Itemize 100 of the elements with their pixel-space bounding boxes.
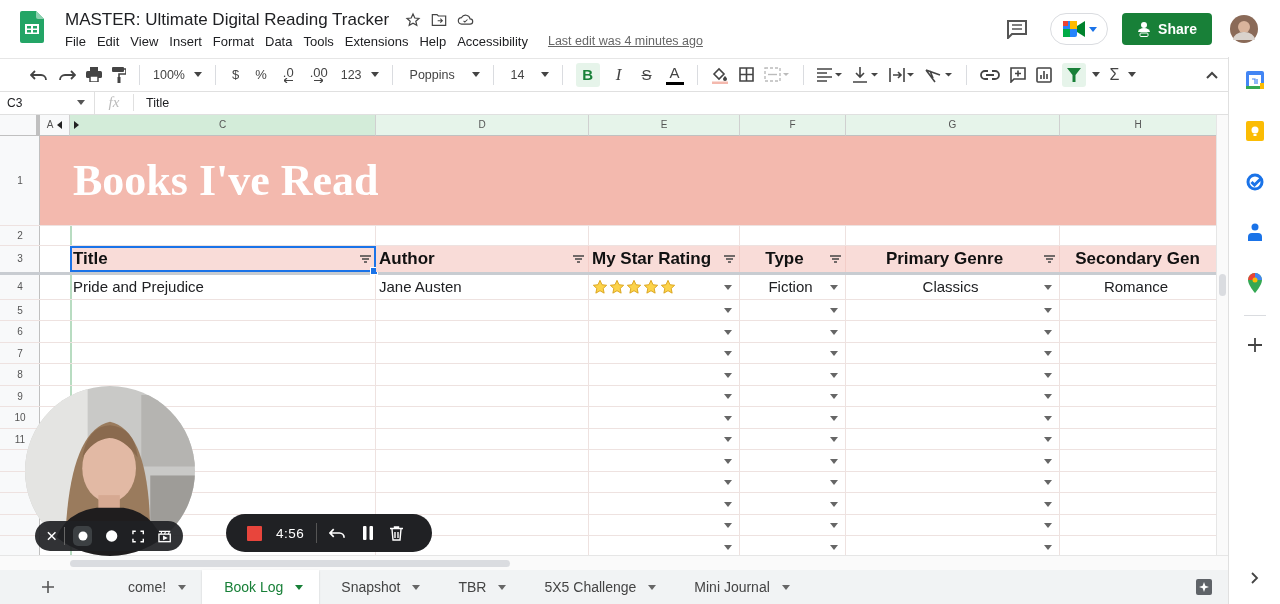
menu-item[interactable]: View — [129, 33, 165, 49]
menu-item[interactable]: Insert — [168, 33, 208, 49]
plus-icon[interactable] — [1247, 338, 1262, 352]
column-heading[interactable]: Secondary Gen — [1060, 245, 1216, 272]
triangle-left-icon[interactable] — [57, 120, 63, 129]
caret-icon[interactable] — [724, 372, 732, 378]
text-color-button[interactable]: A — [665, 64, 684, 86]
caret-icon[interactable] — [724, 308, 732, 314]
menu-item[interactable]: Format — [211, 33, 260, 49]
contacts-icon[interactable] — [1247, 223, 1262, 241]
chevron-right-icon[interactable] — [1250, 572, 1259, 584]
text-wrap-icon[interactable] — [888, 67, 915, 82]
strikethrough-button[interactable]: S — [637, 62, 656, 87]
font-select[interactable]: Poppins — [405, 67, 480, 82]
paint-format-icon[interactable] — [112, 66, 126, 83]
text-rotation-icon[interactable] — [924, 66, 953, 83]
undo-icon[interactable] — [30, 68, 48, 81]
formula-input[interactable]: Title — [134, 95, 170, 110]
caret-icon[interactable] — [724, 394, 732, 400]
caret-icon[interactable] — [830, 329, 838, 335]
column-heading[interactable]: My Star Rating — [589, 245, 740, 272]
stop-icon[interactable] — [247, 525, 262, 541]
caret-icon[interactable] — [1044, 308, 1052, 314]
italic-button[interactable]: I — [609, 62, 628, 87]
caret-icon[interactable] — [830, 458, 838, 464]
borders-icon[interactable] — [738, 67, 754, 83]
avatar[interactable] — [1230, 15, 1258, 43]
fullscreen-icon[interactable] — [131, 529, 144, 543]
caret-icon[interactable] — [724, 523, 732, 529]
currency-format-button[interactable]: $ — [229, 67, 243, 83]
sheet-tab[interactable]: come! — [120, 570, 203, 604]
caret-icon[interactable] — [830, 501, 838, 507]
column-header[interactable]: H — [1060, 114, 1216, 136]
sheet-tab[interactable]: Book Log — [202, 570, 320, 604]
menu-item[interactable]: Accessibility — [456, 33, 534, 49]
last-edit-link[interactable]: Last edit was 4 minutes ago — [547, 34, 703, 48]
name-box[interactable]: C3 — [0, 91, 95, 114]
triangle-right-icon[interactable] — [74, 120, 79, 129]
number-format-select[interactable]: 123 — [340, 67, 379, 82]
caret-icon[interactable] — [1044, 329, 1052, 335]
row-number[interactable]: 5 — [17, 304, 23, 316]
row-number[interactable]: 10 — [14, 412, 26, 424]
caret-icon[interactable] — [1044, 458, 1052, 464]
sheet-tab[interactable]: 5X5 Challenge — [522, 570, 673, 604]
redo-icon[interactable] — [58, 68, 76, 81]
star-icon[interactable] — [405, 11, 422, 28]
scrollbar-thumb[interactable] — [1219, 273, 1226, 296]
caret-icon[interactable] — [830, 372, 838, 378]
caret-icon[interactable] — [1044, 415, 1052, 421]
bold-button[interactable]: B — [575, 62, 600, 87]
small-dot-button[interactable] — [73, 526, 93, 546]
filter-icon[interactable] — [830, 254, 841, 263]
pause-icon[interactable] — [362, 526, 375, 540]
caret-icon[interactable] — [724, 415, 732, 421]
row-number[interactable]: 11 — [14, 433, 26, 445]
cloud-icon[interactable] — [457, 13, 475, 26]
column-header[interactable]: G — [846, 114, 1060, 136]
caret-icon[interactable] — [830, 523, 838, 529]
sheets-logo-icon[interactable] — [20, 11, 44, 43]
caret-icon[interactable] — [1044, 501, 1052, 507]
increase-decimal-button[interactable]: .00 — [306, 66, 331, 83]
caret-icon[interactable] — [1044, 394, 1052, 400]
folder-icon[interactable] — [431, 12, 448, 27]
functions-button[interactable]: Σ — [1109, 65, 1137, 84]
chart-icon[interactable] — [1035, 66, 1052, 83]
row-number[interactable]: 2 — [17, 229, 23, 241]
column-header[interactable]: E — [589, 114, 740, 136]
calendar-icon[interactable] — [1245, 71, 1264, 89]
filter-icon[interactable] — [724, 254, 735, 263]
column-header[interactable]: C — [70, 114, 376, 136]
add-sheet-icon[interactable] — [42, 581, 54, 593]
trash-icon[interactable] — [390, 525, 404, 541]
row-number[interactable]: 6 — [17, 326, 23, 338]
caret-icon[interactable] — [724, 329, 732, 335]
row-number[interactable]: 7 — [17, 347, 23, 359]
share-button[interactable]: Share — [1122, 13, 1212, 45]
large-dot-icon[interactable] — [106, 530, 118, 542]
collapse-icon[interactable] — [1206, 70, 1218, 79]
filter-icon[interactable] — [360, 254, 371, 263]
vertical-align-icon[interactable] — [852, 66, 879, 83]
caret-icon[interactable] — [1044, 351, 1052, 357]
row-number[interactable]: 3 — [17, 253, 23, 265]
row-number[interactable]: 9 — [17, 390, 23, 402]
caret-icon[interactable] — [1091, 72, 1100, 78]
star-rating[interactable] — [592, 278, 676, 295]
undo-icon[interactable] — [329, 527, 347, 539]
link-icon[interactable] — [979, 69, 1000, 80]
column-heading[interactable]: Type — [740, 245, 846, 272]
row-number[interactable]: 4 — [17, 281, 23, 293]
map-pin-icon[interactable] — [1247, 273, 1262, 293]
menu-item[interactable]: Data — [264, 33, 299, 49]
clapperboard-icon[interactable] — [157, 529, 171, 543]
fill-color-icon[interactable] — [710, 65, 729, 84]
caret-icon[interactable] — [724, 284, 732, 290]
column-header[interactable]: D — [376, 114, 589, 136]
align-left-icon[interactable] — [816, 67, 843, 82]
caret-icon[interactable] — [1044, 437, 1052, 443]
caret-icon[interactable] — [724, 480, 732, 486]
caret-icon[interactable] — [724, 544, 732, 550]
font-size-select[interactable]: 14 — [506, 67, 549, 82]
